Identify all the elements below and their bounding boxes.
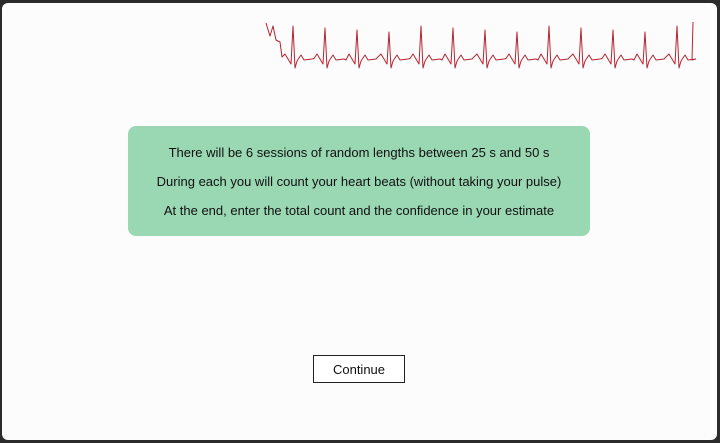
continue-button[interactable]: Continue [313, 355, 405, 383]
instruction-final-entry: At the end, enter the total count and th… [163, 202, 555, 218]
ecg-heartbeat-graphic [265, 21, 696, 69]
instruction-sessions: There will be 6 sessions of random lengt… [168, 144, 550, 160]
ecg-trace [265, 21, 696, 69]
app-window: There will be 6 sessions of random lengt… [2, 3, 717, 440]
instruction-counting: During each you will count your heart be… [156, 173, 562, 189]
instructions-panel: There will be 6 sessions of random lengt… [128, 126, 590, 236]
